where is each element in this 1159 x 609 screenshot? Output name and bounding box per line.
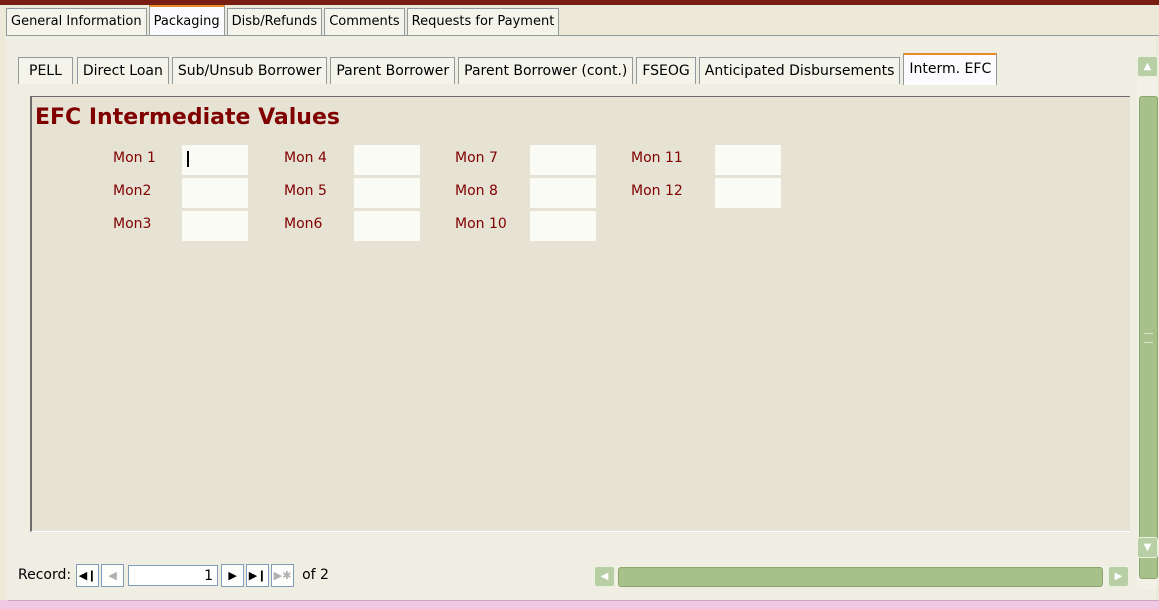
- mon-7-label: Mon 7: [455, 150, 498, 166]
- tab-parent-borrower-cont[interactable]: Parent Borrower (cont.): [458, 57, 634, 84]
- mon-2-field[interactable]: [182, 178, 248, 208]
- text-cursor: [187, 151, 189, 167]
- mon-2-label: Mon2: [113, 183, 152, 199]
- next-record-icon[interactable]: ▶: [221, 563, 245, 587]
- horizontal-scroll-thumb[interactable]: [618, 567, 1103, 587]
- bottom-status-strip: [0, 600, 1159, 609]
- mon-4-label: Mon 4: [284, 150, 327, 166]
- mon-10-label: Mon 10: [455, 216, 507, 232]
- tab-direct-loan[interactable]: Direct Loan: [76, 57, 169, 84]
- mon-8-label: Mon 8: [455, 183, 498, 199]
- record-navigator: Record: ◀❙ ◀ 1 ▶ ▶❙ ▶✱ of 2: [18, 563, 329, 587]
- new-record-icon[interactable]: ▶✱: [271, 563, 295, 587]
- mon-12-field[interactable]: [715, 178, 781, 208]
- tab-sub-unsub-borrower[interactable]: Sub/Unsub Borrower: [171, 57, 328, 84]
- bottom-divider: [8, 600, 1159, 601]
- scroll-up-icon[interactable]: ▲: [1137, 56, 1158, 77]
- mon-3-label: Mon3: [113, 216, 152, 232]
- tab-anticipated-disbursements[interactable]: Anticipated Disbursements: [698, 57, 901, 84]
- tab-disb-refunds[interactable]: Disb/Refunds: [226, 8, 323, 35]
- tab-comments[interactable]: Comments: [324, 8, 405, 35]
- mon-5-field[interactable]: [354, 178, 420, 208]
- record-label: Record:: [18, 567, 72, 583]
- last-record-icon[interactable]: ▶❙: [246, 563, 270, 587]
- mon-10-field[interactable]: [530, 211, 596, 241]
- mon-1-field[interactable]: [182, 145, 248, 175]
- tab-fseog[interactable]: FSEOG: [636, 57, 696, 84]
- mon-11-label: Mon 11: [631, 150, 683, 166]
- mon-12-label: Mon 12: [631, 183, 683, 199]
- main-tab-bar: General Information Packaging Disb/Refun…: [6, 5, 561, 36]
- vertical-scroll-thumb[interactable]: [1139, 96, 1158, 579]
- mon-3-field[interactable]: [182, 211, 248, 241]
- mon-7-field[interactable]: [530, 145, 596, 175]
- first-record-icon[interactable]: ◀❙: [76, 563, 100, 587]
- record-number-input[interactable]: 1: [128, 564, 219, 586]
- tab-general-information[interactable]: General Information: [6, 8, 147, 35]
- scroll-left-icon[interactable]: ◀: [594, 566, 615, 587]
- tab-requests-for-payment[interactable]: Requests for Payment: [406, 8, 560, 35]
- tab-parent-borrower[interactable]: Parent Borrower: [330, 57, 456, 84]
- mon-4-field[interactable]: [354, 145, 420, 175]
- mon-8-field[interactable]: [530, 178, 596, 208]
- record-count: of 2: [302, 567, 329, 583]
- mon-1-label: Mon 1: [113, 150, 156, 166]
- scroll-right-icon[interactable]: ▶: [1108, 566, 1129, 587]
- mon-11-field[interactable]: [715, 145, 781, 175]
- tab-packaging[interactable]: Packaging: [148, 5, 225, 36]
- vertical-scrollbar[interactable]: ▲ ▼: [1137, 56, 1158, 590]
- previous-record-icon[interactable]: ◀: [101, 563, 125, 587]
- tab-pell[interactable]: PELL: [18, 57, 73, 84]
- tab-interm-efc[interactable]: Interm. EFC: [903, 53, 998, 85]
- packaging-tab-bar: PELL Direct Loan Sub/Unsub Borrower Pare…: [18, 53, 1000, 85]
- mon-6-label: Mon6: [284, 216, 323, 232]
- mon-6-field[interactable]: [354, 211, 420, 241]
- scroll-down-icon[interactable]: ▼: [1137, 537, 1158, 558]
- grip-icon: [1144, 333, 1153, 343]
- horizontal-scrollbar[interactable]: ◀ ▶: [594, 566, 1130, 587]
- form-title: EFC Intermediate Values: [35, 105, 340, 130]
- interm-efc-panel: EFC Intermediate Values Mon 1 Mon2 Mon3 …: [30, 96, 1130, 532]
- mon-5-label: Mon 5: [284, 183, 327, 199]
